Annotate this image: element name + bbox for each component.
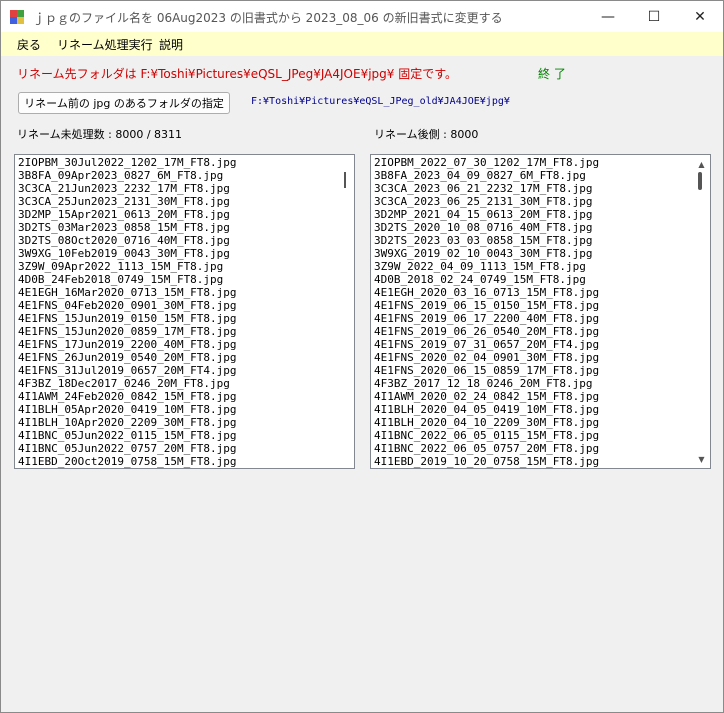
- list-item[interactable]: 3D2TS_2023_03_03_0858_15M_FT8.jpg: [374, 234, 599, 247]
- list-item[interactable]: 4I1BNC_05Jun2022_0115_15M_FT8.jpg: [18, 429, 237, 442]
- scroll-up-icon[interactable]: ▲: [693, 157, 710, 171]
- window-title: ｊｐｇのファイル名を 06Aug2023 の旧書式から 2023_08_06 の…: [33, 11, 503, 25]
- unprocessed-file-items: 2IOPBM_30Jul2022_1202_17M_FT8.jpg 3B8FA_0…: [18, 156, 237, 468]
- main-window: ｊｐｇのファイル名を 06Aug2023 の旧書式から 2023_08_06 の…: [0, 0, 724, 713]
- close-icon: ✕: [694, 8, 706, 25]
- list-item[interactable]: 3B8FA_2023_04_09_0827_6M_FT8.jpg: [374, 169, 599, 182]
- list-item[interactable]: 4E1FNS_31Jul2019_0657_20M_FT4.jpg: [18, 364, 237, 377]
- app-icon: [10, 10, 24, 24]
- list-item[interactable]: 4E1FNS_04Feb2020_0901_30M_FT8.jpg: [18, 299, 237, 312]
- list-item[interactable]: 4I1EBD_20Oct2019_0758_15M_FT8.jpg: [18, 455, 237, 468]
- source-folder-path: F:¥Toshi¥Pictures¥eQSL_JPeg_old¥JA4JOE¥j…: [251, 96, 510, 107]
- close-button[interactable]: ✕: [677, 1, 723, 32]
- list-item[interactable]: 4D0B_24Feb2018_0749_15M_FT8.jpg: [18, 273, 237, 286]
- list-item[interactable]: 4E1FNS_2020_02_04_0901_30M_FT8.jpg: [374, 351, 599, 364]
- menu-run-rename[interactable]: リネーム処理実行: [57, 36, 153, 53]
- scrollbar-thumb[interactable]: [698, 172, 702, 190]
- list-item[interactable]: 3D2MP_2021_04_15_0613_20M_FT8.jpg: [374, 208, 599, 221]
- list-item[interactable]: 3D2TS_08Oct2020_0716_40M_FT8.jpg: [18, 234, 237, 247]
- list-item[interactable]: 4I1EBD_2019_10_20_0758_15M_FT8.jpg: [374, 455, 599, 468]
- renamed-list-scrollbar[interactable]: ▲ ▼: [693, 155, 710, 468]
- title-bar: ｊｐｇのファイル名を 06Aug2023 の旧書式から 2023_08_06 の…: [1, 1, 723, 32]
- list-item[interactable]: 4E1FNS_15Jun2019_0150_15M_FT8.jpg: [18, 312, 237, 325]
- unprocessed-count-label: リネーム未処理数 : 8000 / 8311: [17, 128, 183, 141]
- list-item[interactable]: 4E1EGH_16Mar2020_0713_15M_FT8.jpg: [18, 286, 237, 299]
- list-item[interactable]: 4I1BNC_2022_06_05_0757_20M_FT8.jpg: [374, 442, 599, 455]
- list-item[interactable]: 3W9XG_10Feb2019_0043_30M_FT8.jpg: [18, 247, 237, 260]
- maximize-button[interactable]: ☐: [631, 1, 677, 32]
- list-item[interactable]: 4I1AWM_24Feb2020_0842_15M_FT8.jpg: [18, 390, 237, 403]
- list-item[interactable]: 3C3CA_25Jun2023_2131_30M_FT8.jpg: [18, 195, 237, 208]
- list-item[interactable]: 4I1BNC_2022_06_05_0115_15M_FT8.jpg: [374, 429, 599, 442]
- list-item[interactable]: 4E1FNS_2019_07_31_0657_20M_FT4.jpg: [374, 338, 599, 351]
- list-item[interactable]: 3B8FA_09Apr2023_0827_6M_FT8.jpg: [18, 169, 237, 182]
- end-label[interactable]: 終 了: [538, 65, 566, 82]
- minimize-icon: —: [601, 8, 615, 25]
- list-item[interactable]: 4I1AWM_2020_02_24_0842_15M_FT8.jpg: [374, 390, 599, 403]
- list-item[interactable]: 4E1FNS_26Jun2019_0540_20M_FT8.jpg: [18, 351, 237, 364]
- destination-folder-label: リネーム先フォルダは F:¥Toshi¥Pictures¥eQSL_JPeg¥J…: [17, 67, 458, 81]
- list-item[interactable]: 3D2TS_2020_10_08_0716_40M_FT8.jpg: [374, 221, 599, 234]
- minimize-button[interactable]: —: [585, 1, 631, 32]
- list-item[interactable]: 4E1FNS_17Jun2019_2200_40M_FT8.jpg: [18, 338, 237, 351]
- list-item[interactable]: 3C3CA_2023_06_25_2131_30M_FT8.jpg: [374, 195, 599, 208]
- list-item[interactable]: 2IOPBM_2022_07_30_1202_17M_FT8.jpg: [374, 156, 599, 169]
- list-item[interactable]: 3C3CA_21Jun2023_2232_17M_FT8.jpg: [18, 182, 237, 195]
- list-item[interactable]: 4I1BLH_2020_04_10_2209_30M_FT8.jpg: [374, 416, 599, 429]
- list-item[interactable]: 4E1FNS_2019_06_15_0150_15M_FT8.jpg: [374, 299, 599, 312]
- renamed-file-list[interactable]: 2IOPBM_2022_07_30_1202_17M_FT8.jpg 3B8FA_…: [370, 154, 711, 469]
- list-item[interactable]: 4E1FNS_2020_06_15_0859_17M_FT8.jpg: [374, 364, 599, 377]
- list-item[interactable]: 3C3CA_2023_06_21_2232_17M_FT8.jpg: [374, 182, 599, 195]
- list-item[interactable]: 4E1EGH_2020_03_16_0713_15M_FT8.jpg: [374, 286, 599, 299]
- renamed-file-items: 2IOPBM_2022_07_30_1202_17M_FT8.jpg 3B8FA_…: [374, 156, 599, 468]
- list-item[interactable]: 4I1BNC_05Jun2022_0757_20M_FT8.jpg: [18, 442, 237, 455]
- list-item[interactable]: 3Z9W_2022_04_09_1113_15M_FT8.jpg: [374, 260, 599, 273]
- menu-back[interactable]: 戻る: [17, 36, 41, 53]
- list-item[interactable]: 4F3BZ_2017_12_18_0246_20M_FT8.jpg: [374, 377, 599, 390]
- list-item[interactable]: 4E1FNS_2019_06_26_0540_20M_FT8.jpg: [374, 325, 599, 338]
- list-item[interactable]: 4I1BLH_05Apr2020_0419_10M_FT8.jpg: [18, 403, 237, 416]
- menu-help[interactable]: 説明: [159, 36, 183, 53]
- unprocessed-file-list[interactable]: 2IOPBM_30Jul2022_1202_17M_FT8.jpg 3B8FA_0…: [14, 154, 355, 469]
- list-item[interactable]: 4D0B_2018_02_24_0749_15M_FT8.jpg: [374, 273, 599, 286]
- select-source-folder-button[interactable]: リネーム前の jpg のあるフォルダの指定: [18, 92, 230, 114]
- list-item[interactable]: 4F3BZ_18Dec2017_0246_20M_FT8.jpg: [18, 377, 237, 390]
- maximize-icon: ☐: [647, 8, 661, 25]
- list-item[interactable]: 2IOPBM_30Jul2022_1202_17M_FT8.jpg: [18, 156, 237, 169]
- unprocessed-list-scroll-indicator[interactable]: [344, 172, 346, 188]
- list-item[interactable]: 4I1BLH_10Apr2020_2209_30M_FT8.jpg: [18, 416, 237, 429]
- list-item[interactable]: 3D2TS_03Mar2023_0858_15M_FT8.jpg: [18, 221, 237, 234]
- list-item[interactable]: 3W9XG_2019_02_10_0043_30M_FT8.jpg: [374, 247, 599, 260]
- renamed-count-label: リネーム後側 : 8000: [374, 128, 479, 141]
- list-item[interactable]: 3Z9W_09Apr2022_1113_15M_FT8.jpg: [18, 260, 237, 273]
- list-item[interactable]: 3D2MP_15Apr2021_0613_20M_FT8.jpg: [18, 208, 237, 221]
- list-item[interactable]: 4E1FNS_15Jun2020_0859_17M_FT8.jpg: [18, 325, 237, 338]
- list-item[interactable]: 4I1BLH_2020_04_05_0419_10M_FT8.jpg: [374, 403, 599, 416]
- scroll-down-icon[interactable]: ▼: [693, 452, 710, 466]
- list-item[interactable]: 4E1FNS_2019_06_17_2200_40M_FT8.jpg: [374, 312, 599, 325]
- menu-bar: 戻る リネーム処理実行 説明: [1, 32, 723, 56]
